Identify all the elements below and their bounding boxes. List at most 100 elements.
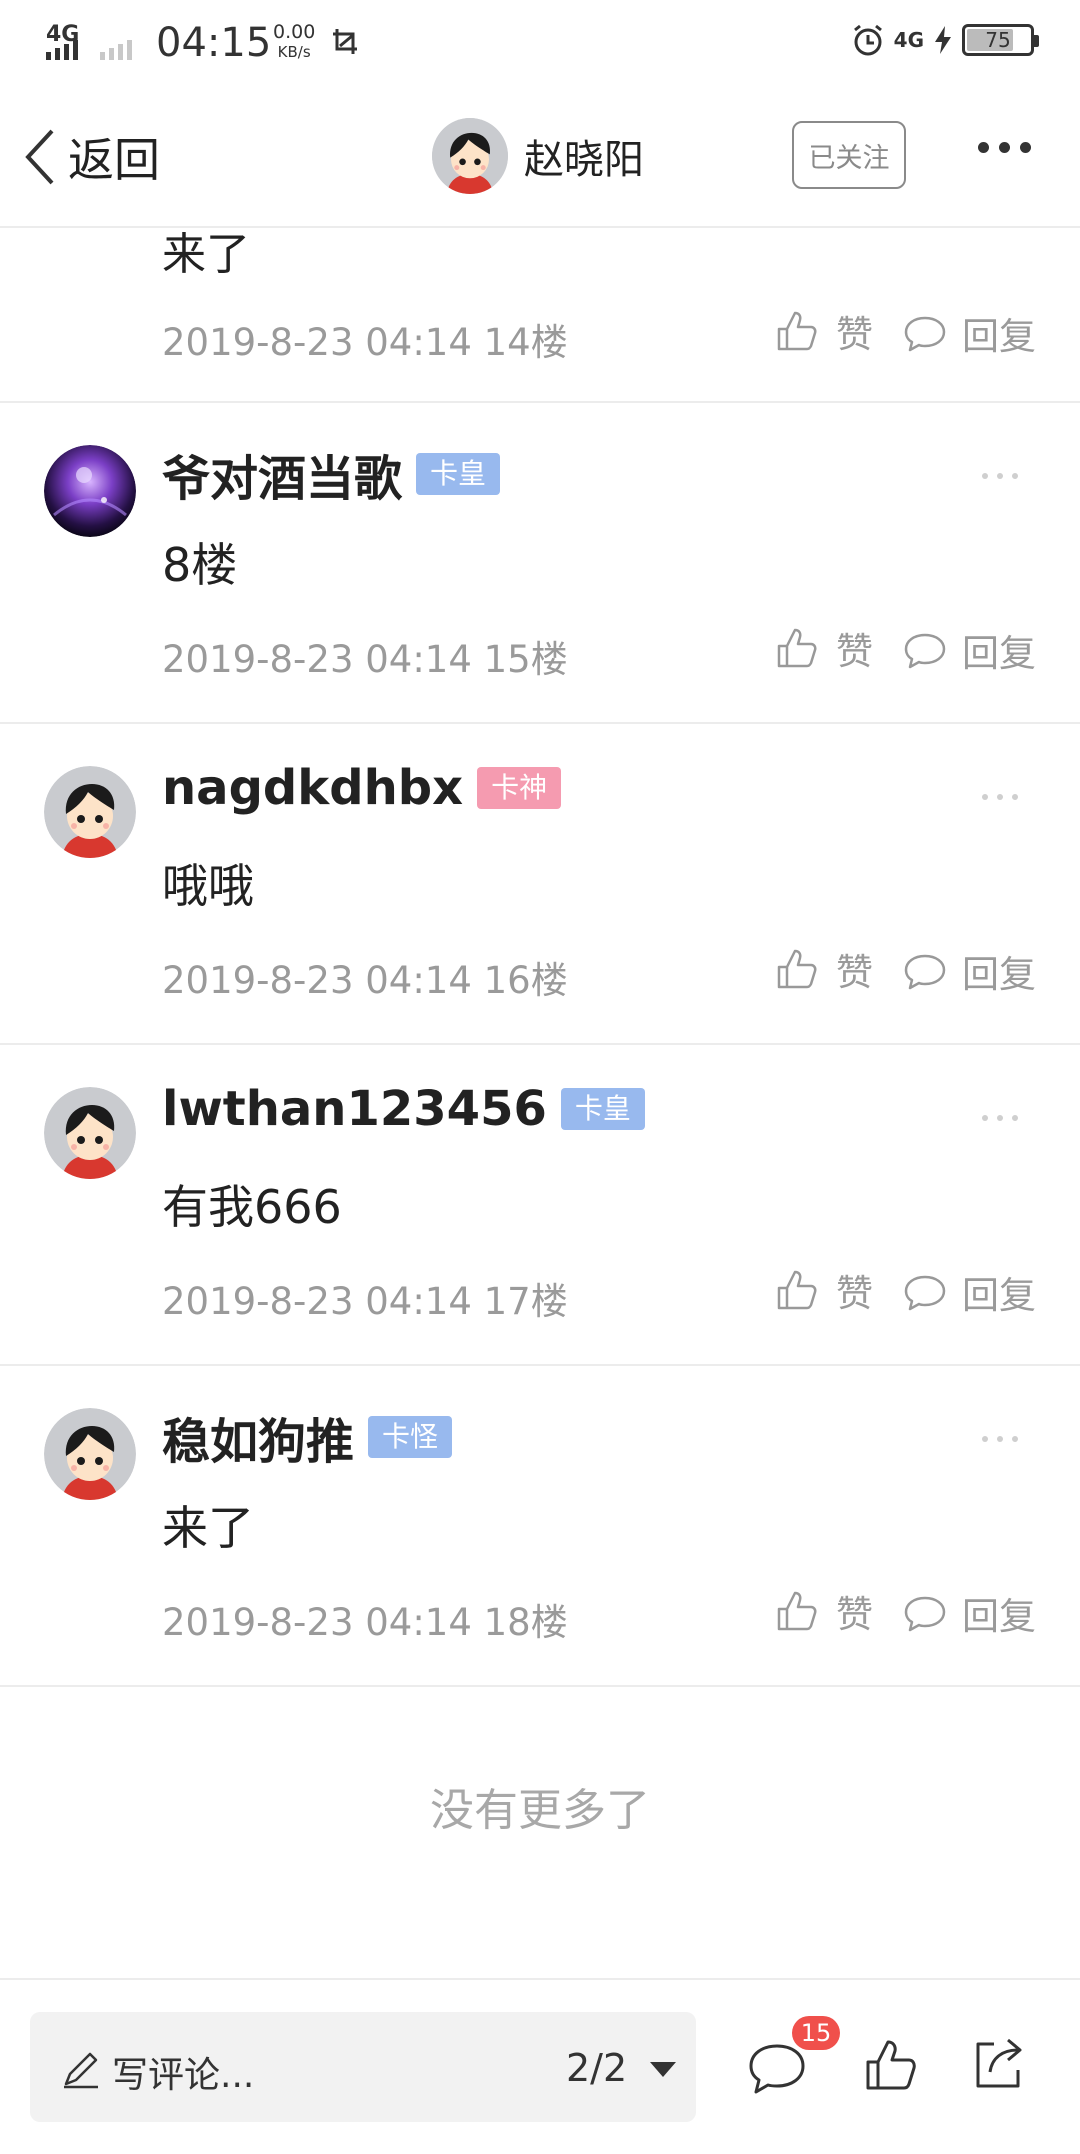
reply-button[interactable]: 回复 bbox=[902, 1265, 1036, 1319]
speech-bubble-icon bbox=[904, 1275, 946, 1311]
network-type-right: 4G bbox=[893, 28, 924, 52]
avatar[interactable] bbox=[44, 1087, 136, 1179]
like-label: 赞 bbox=[836, 313, 873, 356]
thumbs-up-icon bbox=[777, 1591, 817, 1631]
status-right: 4G 75 bbox=[850, 22, 1039, 58]
reply-label: 回复 bbox=[962, 1274, 1036, 1317]
signal-secondary-icon bbox=[100, 40, 132, 60]
speed-unit: KB/s bbox=[277, 43, 311, 61]
end-of-list-text: 没有更多了 bbox=[430, 1785, 650, 1836]
bottom-bar: 写评论... 2/2 15 bbox=[0, 1978, 1080, 2154]
status-bar: 4G 04:15 0.00 KB/s 4G 75 bbox=[0, 0, 1080, 88]
avatar[interactable] bbox=[44, 1408, 136, 1500]
comment-meta: 2019-8-23 04:14 14楼 赞 回复 bbox=[162, 304, 1042, 364]
reply-button[interactable]: 回复 bbox=[902, 1586, 1036, 1640]
speech-bubble-icon bbox=[904, 633, 946, 669]
commenter-name[interactable]: 稳如狗推 卡怪 bbox=[162, 1402, 453, 1472]
avatar[interactable] bbox=[44, 766, 136, 858]
reply-label: 回复 bbox=[962, 1595, 1036, 1638]
level-badge: 卡怪 bbox=[368, 1416, 453, 1458]
author-name: 赵晓阳 bbox=[524, 137, 644, 183]
screenshot-icon bbox=[333, 29, 357, 54]
commenter-name-text: lwthan123456 bbox=[162, 1081, 547, 1137]
comment-input-placeholder: 写评论... bbox=[112, 2055, 255, 2096]
like-label: 赞 bbox=[836, 630, 873, 673]
more-options-icon[interactable] bbox=[982, 1115, 1018, 1121]
like-label: 赞 bbox=[836, 1272, 873, 1315]
comment-meta: 2019-8-23 04:14 16楼 赞 回复 bbox=[162, 942, 1042, 1002]
comment-count-badge: 15 bbox=[792, 2016, 840, 2050]
nav-bar: 返回 赵晓阳 已关注 bbox=[0, 88, 1080, 228]
speech-bubble-icon bbox=[904, 1596, 946, 1632]
reply-button[interactable]: 回复 bbox=[902, 944, 1036, 998]
more-options-icon[interactable] bbox=[982, 1436, 1018, 1442]
level-badge: 卡神 bbox=[477, 767, 562, 809]
comment-meta: 2019-8-23 04:14 15楼 赞 回复 bbox=[162, 621, 1042, 681]
battery-level: 75 bbox=[985, 28, 1011, 52]
speed-value: 0.00 bbox=[273, 21, 316, 43]
like-label: 赞 bbox=[836, 1593, 873, 1636]
more-icon[interactable] bbox=[978, 142, 1031, 153]
more-options-icon[interactable] bbox=[982, 473, 1018, 479]
reply-label: 回复 bbox=[962, 315, 1036, 358]
more-options-icon[interactable] bbox=[982, 794, 1018, 800]
thread-author[interactable]: 赵晓阳 bbox=[432, 118, 644, 194]
comment-item: 爷对酒当歌 卡皇 8楼 2019-8-23 04:14 15楼 赞 回复 bbox=[0, 403, 1080, 723]
page-indicator[interactable]: 2/2 bbox=[566, 2046, 627, 2090]
commenter-name[interactable]: 爷对酒当歌 卡皇 bbox=[162, 439, 501, 509]
like-button[interactable]: 赞 bbox=[774, 942, 873, 996]
like-button[interactable]: 赞 bbox=[774, 1584, 873, 1638]
thumbs-up-icon bbox=[777, 311, 817, 351]
like-button[interactable]: 赞 bbox=[774, 1263, 873, 1317]
reply-button[interactable]: 回复 bbox=[902, 623, 1036, 677]
comment-text: 来了 bbox=[162, 1501, 254, 1555]
like-label: 赞 bbox=[836, 951, 873, 994]
like-button[interactable]: 赞 bbox=[774, 304, 873, 358]
pencil-icon bbox=[64, 2052, 98, 2089]
back-button[interactable]: 返回 bbox=[22, 124, 160, 190]
comment-item: nagdkdhbx 卡神 哦哦 2019-8-23 04:14 16楼 赞 回复 bbox=[0, 724, 1080, 1044]
dropdown-arrow-icon[interactable] bbox=[650, 2062, 676, 2077]
comment-text: 来了 bbox=[162, 229, 250, 280]
commenter-name[interactable]: lwthan123456 卡皇 bbox=[162, 1081, 645, 1137]
charging-icon bbox=[935, 26, 951, 54]
avatar[interactable] bbox=[44, 445, 136, 537]
network-speed: 0.00 KB/s bbox=[273, 22, 315, 62]
commenter-name-text: 爷对酒当歌 bbox=[162, 451, 403, 507]
speech-bubble-icon bbox=[904, 316, 946, 352]
reply-label: 回复 bbox=[962, 632, 1036, 675]
commenter-name-text: nagdkdhbx bbox=[162, 760, 464, 816]
signal-icon bbox=[46, 40, 78, 60]
default-avatar-icon bbox=[432, 118, 508, 194]
comment-item: lwthan123456 卡皇 有我666 2019-8-23 04:14 17… bbox=[0, 1045, 1080, 1365]
comment-text: 有我666 bbox=[162, 1180, 342, 1234]
like-button[interactable]: 赞 bbox=[774, 621, 873, 675]
follow-button[interactable]: 已关注 bbox=[792, 121, 906, 189]
level-badge: 卡皇 bbox=[560, 1088, 645, 1130]
comment-timestamp-floor: 2019-8-23 04:14 17楼 bbox=[162, 1280, 568, 1323]
share-icon[interactable] bbox=[968, 2034, 1028, 2094]
commenter-name[interactable]: nagdkdhbx 卡神 bbox=[162, 760, 562, 816]
comment-meta: 2019-8-23 04:14 17楼 赞 回复 bbox=[162, 1263, 1042, 1323]
thumbs-up-icon bbox=[777, 949, 817, 989]
comment-text: 8楼 bbox=[162, 538, 238, 592]
comment-bubble-icon[interactable] bbox=[746, 2038, 808, 2100]
comment-timestamp-floor: 2019-8-23 04:14 14楼 bbox=[162, 321, 568, 364]
comment-input[interactable]: 写评论... 2/2 bbox=[30, 2012, 696, 2122]
level-badge: 卡皇 bbox=[416, 453, 501, 495]
commenter-name-text: 稳如狗推 bbox=[162, 1414, 355, 1470]
divider bbox=[0, 1685, 1080, 1687]
thumbs-up-icon bbox=[777, 628, 817, 668]
reply-label: 回复 bbox=[962, 953, 1036, 996]
speech-bubble-icon bbox=[904, 954, 946, 990]
default-avatar-icon bbox=[44, 1408, 136, 1500]
thumbs-up-icon bbox=[777, 1270, 817, 1310]
default-avatar-icon bbox=[44, 1087, 136, 1179]
chevron-left-icon bbox=[25, 129, 54, 185]
comment-item: 稳如狗推 卡怪 来了 2019-8-23 04:14 18楼 赞 回复 bbox=[0, 1366, 1080, 1686]
comment-meta: 2019-8-23 04:14 18楼 赞 回复 bbox=[162, 1584, 1042, 1644]
thumbs-up-icon[interactable] bbox=[862, 2034, 922, 2094]
battery-icon: 75 bbox=[962, 24, 1039, 56]
reply-button[interactable]: 回复 bbox=[902, 306, 1036, 360]
comment-text: 哦哦 bbox=[162, 859, 254, 913]
